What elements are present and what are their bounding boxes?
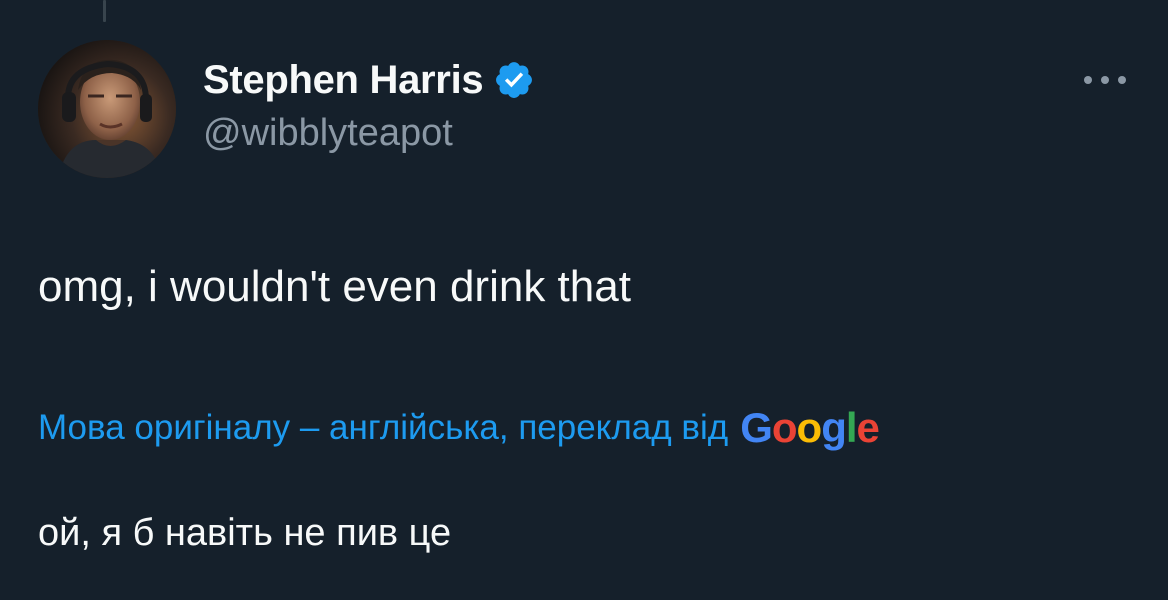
google-logo-letter: l xyxy=(845,404,858,451)
author-name-row: Stephen Harris xyxy=(203,54,535,106)
google-logo-letter: g xyxy=(821,404,847,451)
more-horizontal-icon xyxy=(1084,76,1126,84)
google-logo: G o o g l e xyxy=(740,404,880,452)
more-options-button[interactable] xyxy=(1080,62,1130,98)
avatar-photo xyxy=(38,40,176,178)
author-display-name[interactable]: Stephen Harris xyxy=(203,58,484,103)
translation-label: Мова оригіналу – англійська, переклад ві… xyxy=(38,408,729,447)
google-logo-letter: e xyxy=(856,404,880,451)
translation-attribution[interactable]: Мова оригіналу – англійська, переклад ві… xyxy=(38,404,880,452)
translated-tweet-text: ой, я б навіть не пив це xyxy=(38,512,452,554)
avatar[interactable] xyxy=(38,40,176,178)
verified-badge-icon[interactable] xyxy=(493,59,535,101)
author-handle[interactable]: @wibblyteapot xyxy=(203,112,535,155)
google-logo-letter: o xyxy=(796,404,823,451)
author-info: Stephen Harris @wibblyteapot xyxy=(203,54,535,155)
google-logo-letter: G xyxy=(740,404,773,451)
google-logo-letter: o xyxy=(771,404,798,451)
tweet-text: omg, i wouldn't even drink that xyxy=(38,262,631,311)
thread-connector-line xyxy=(103,0,106,22)
